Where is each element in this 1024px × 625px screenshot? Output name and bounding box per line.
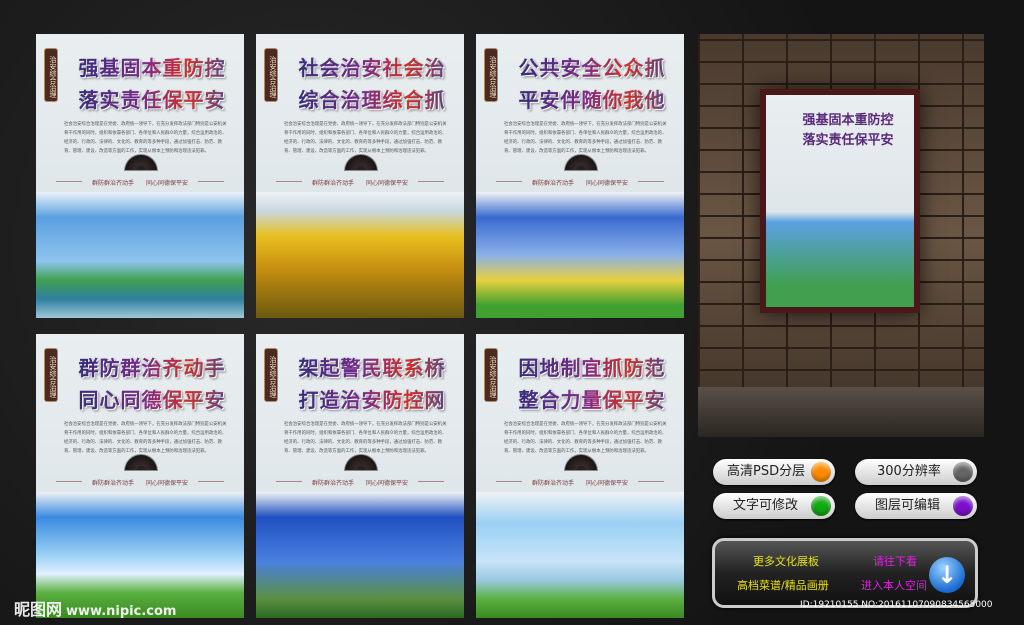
fan-icon — [564, 154, 598, 171]
vertical-label: 治安综合治理 — [44, 48, 58, 102]
slogan-left: 群防群治齐动手 — [311, 180, 354, 187]
slogan-left: 群防群治齐动手 — [311, 480, 354, 487]
poster-title-1: 社会治安社会治 — [286, 52, 458, 81]
poster-title-2: 打造治安防控网 — [286, 384, 458, 413]
feature-label: 300分辨率 — [877, 464, 941, 479]
watermark: 昵图网 www.nipic.com — [14, 596, 176, 620]
poster-title-2: 落实责任保平安 — [66, 84, 238, 113]
slogan-right: 同心同德保平安 — [366, 480, 409, 487]
fan-icon — [124, 454, 158, 471]
feature-resolution: 300分辨率 — [855, 459, 977, 485]
orange-dot-icon — [811, 462, 831, 482]
slogan-right: 同心同德保平安 — [586, 180, 629, 187]
poster-body: 社会治安综合治理是在党委、政府统一领导下，在充分发挥政法部门特别是公安机关骨干作… — [284, 422, 447, 454]
poster-slogan: 群防群治齐动手 同心同德保平安 — [36, 178, 244, 187]
download-arrow-icon[interactable]: ↓ — [929, 557, 965, 593]
poster-title-1: 公共安全公众抓 — [506, 52, 678, 81]
fan-icon — [344, 154, 378, 171]
feature-layers-editable: 图层可编辑 — [855, 493, 977, 519]
floor — [698, 387, 984, 437]
poster-title-2: 平安伴随你我他 — [506, 84, 678, 113]
poster: 治安综合治理 群防群治齐动手 同心同德保平安 社会治安综合治理是在党委、政府统一… — [36, 334, 244, 618]
poster-slogan: 群防群治齐动手 同心同德保平安 — [476, 478, 684, 487]
tulip-scene — [476, 192, 684, 318]
feature-label: 高清PSD分层 — [727, 464, 806, 479]
poster: 治安综合治理 因地制宜抓防范 整合力量保平安 社会治安综合治理是在党委、政府统一… — [476, 334, 684, 618]
slogan-right: 同心同德保平安 — [366, 180, 409, 187]
enter-space-link[interactable]: 进入本人空间 — [861, 577, 927, 593]
menu-link[interactable]: 高档菜谱/精品画册 — [737, 577, 829, 593]
slogan-left: 群防群治齐动手 — [531, 480, 574, 487]
poster-body: 社会治安综合治理是在党委、政府统一领导下，在充分发挥政法部门特别是公安机关骨干作… — [504, 122, 667, 154]
green-dot-icon — [811, 496, 831, 516]
vertical-label: 治安综合治理 — [264, 48, 278, 102]
feature-text-editable: 文字可修改 — [713, 493, 835, 519]
framed-poster: 强基固本重防控 落实责任保平安 — [760, 89, 920, 313]
feature-label: 文字可修改 — [733, 498, 799, 513]
fan-icon — [344, 454, 378, 471]
poster-slogan: 群防群治齐动手 同心同德保平安 — [476, 178, 684, 187]
poster-body: 社会治安综合治理是在党委、政府统一领导下，在充分发挥政法部门特别是公安机关骨干作… — [504, 422, 667, 454]
poster-slogan: 群防群治齐动手 同心同德保平安 — [36, 478, 244, 487]
watermark-name: 昵图网 — [14, 600, 63, 619]
slogan-right: 同心同德保平安 — [146, 480, 189, 487]
city-scene — [36, 192, 244, 318]
gray-dot-icon — [953, 462, 973, 482]
more-banner[interactable]: 更多文化展板 高档菜谱/精品画册 请往下看 进入本人空间 ↓ — [712, 538, 978, 608]
poster-body: 社会治安综合治理是在党委、政府统一领导下，在充分发挥政法部门特别是公安机关骨干作… — [284, 122, 447, 154]
purple-dot-icon — [953, 496, 973, 516]
daffodil-scene — [256, 492, 464, 618]
see-below-text: 请往下看 — [873, 555, 917, 568]
tree-scene — [476, 492, 684, 618]
vertical-label: 治安综合治理 — [264, 348, 278, 402]
slogan-right: 同心同德保平安 — [146, 180, 189, 187]
fan-icon — [564, 454, 598, 471]
poster-title-1: 因地制宜抓防范 — [506, 352, 678, 381]
image-id: ID:19210155 NO:20161107090834565000 — [800, 600, 993, 610]
slogan-left: 群防群治齐动手 — [91, 180, 134, 187]
poster: 治安综合治理 公共安全公众抓 平安伴随你我他 社会治安综合治理是在党委、政府统一… — [476, 34, 684, 318]
poster-title-2: 综合治理综合抓 — [286, 84, 458, 113]
vertical-label: 治安综合治理 — [484, 48, 498, 102]
poster-body: 社会治安综合治理是在党委、政府统一领导下，在充分发挥政法部门特别是公安机关骨干作… — [64, 122, 227, 154]
poster: 治安综合治理 强基固本重防控 落实责任保平安 社会治安综合治理是在党委、政府统一… — [36, 34, 244, 318]
poster-title-1: 强基固本重防控 — [66, 52, 238, 81]
slogan-left: 群防群治齐动手 — [531, 180, 574, 187]
poster-title-1: 架起警民联系桥 — [286, 352, 458, 381]
feature-label: 图层可编辑 — [875, 498, 941, 513]
vertical-label: 治安综合治理 — [44, 348, 58, 402]
poster-title-2: 整合力量保平安 — [506, 384, 678, 413]
poster-title-2: 同心同德保平安 — [66, 384, 238, 413]
poster: 治安综合治理 架起警民联系桥 打造治安防控网 社会治安综合治理是在党委、政府统一… — [256, 334, 464, 618]
more-link[interactable]: 更多文化展板 — [753, 553, 819, 569]
fan-icon — [124, 154, 158, 171]
poster-title-1: 群防群治齐动手 — [66, 352, 238, 381]
slogan-right: 同心同德保平安 — [586, 480, 629, 487]
slogan-left: 群防群治齐动手 — [91, 480, 134, 487]
poster-body: 社会治安综合治理是在党委、政府统一领导下，在充分发挥政法部门特别是公安机关骨干作… — [64, 422, 227, 454]
mockup-title-1: 强基固本重防控 — [802, 113, 894, 128]
watermark-url: www.nipic.com — [66, 604, 177, 619]
poster-slogan: 群防群治齐动手 同心同德保平安 — [256, 178, 464, 187]
sunflower-scene — [256, 192, 464, 318]
vertical-label: 治安综合治理 — [484, 348, 498, 402]
poster-slogan: 群防群治齐动手 同心同德保平安 — [256, 478, 464, 487]
mockup-title-2: 落实责任保平安 — [802, 133, 894, 148]
wall-mockup: 强基固本重防控 落实责任保平安 — [698, 34, 984, 437]
poster: 治安综合治理 社会治安社会治 综合治理综合抓 社会治安综合治理是在党委、政府统一… — [256, 34, 464, 318]
feature-psd: 高清PSD分层 — [713, 459, 835, 485]
